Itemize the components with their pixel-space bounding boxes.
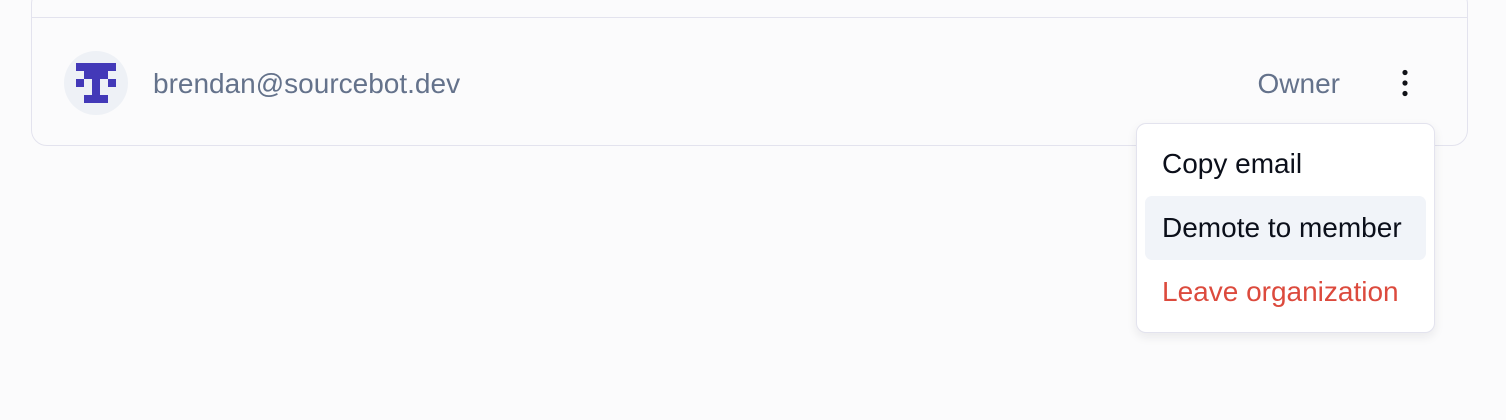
menu-item-demote-to-member[interactable]: Demote to member <box>1145 196 1426 260</box>
more-vertical-icon <box>1402 69 1408 97</box>
menu-item-copy-email[interactable]: Copy email <box>1145 132 1426 196</box>
member-actions-menu: Copy email Demote to member Leave organi… <box>1136 123 1435 333</box>
member-email: brendan@sourcebot.dev <box>153 68 461 99</box>
member-avatar <box>64 51 128 115</box>
row-divider <box>32 17 1467 18</box>
member-role: Owner <box>1257 68 1340 99</box>
member-actions-button[interactable] <box>1383 61 1427 105</box>
identicon-avatar-icon <box>76 63 116 103</box>
menu-item-leave-organization[interactable]: Leave organization <box>1145 260 1426 324</box>
